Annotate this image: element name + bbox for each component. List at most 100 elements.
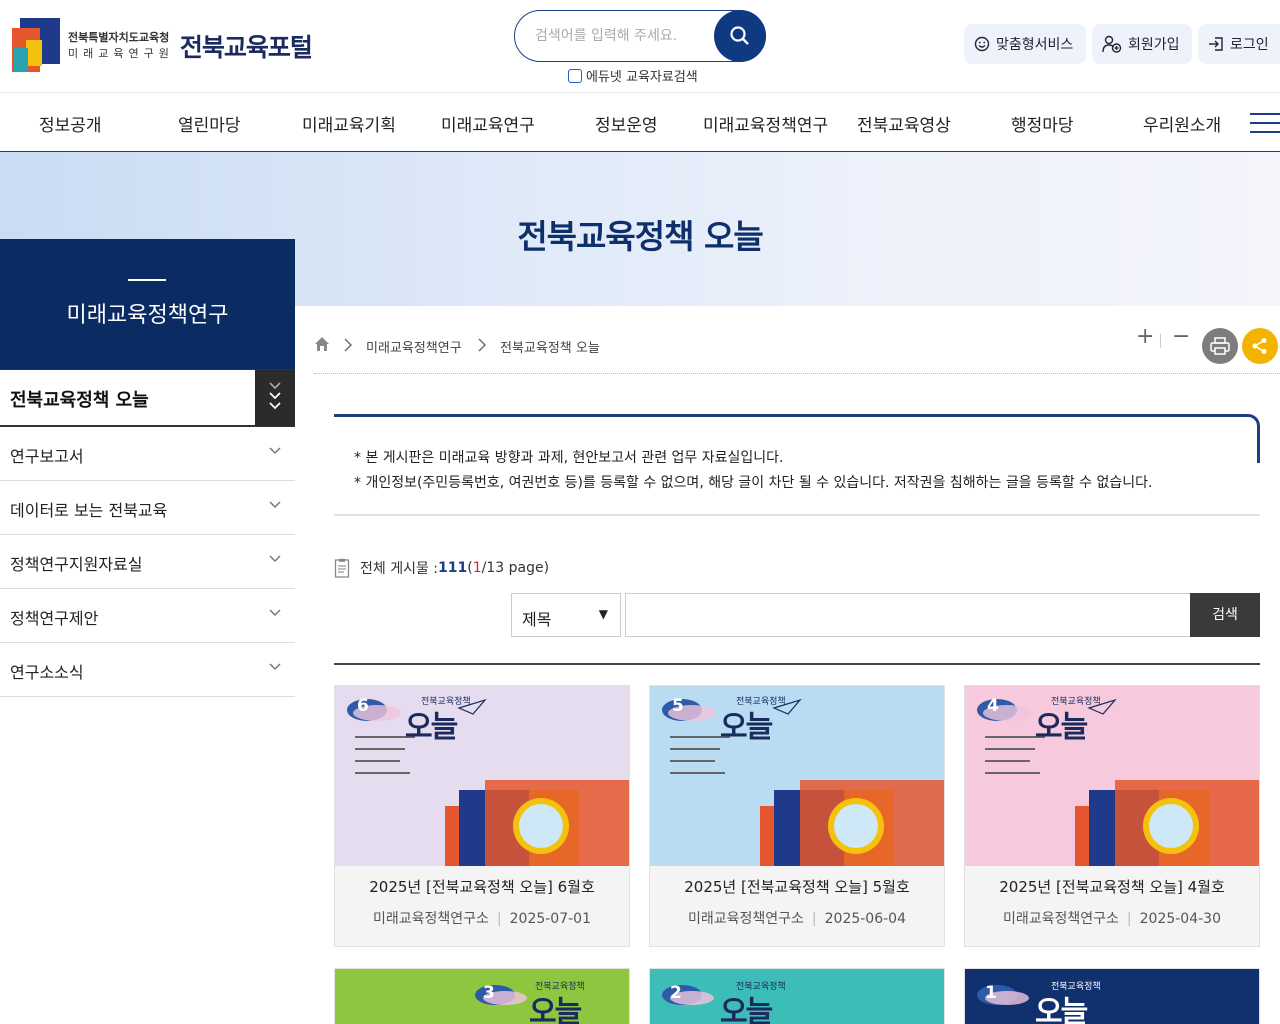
search-field-value: 제목 [522,610,552,629]
sidebar-item-label: 데이터로 보는 전북교육 [10,501,168,520]
edunet-search-option[interactable]: 에듀넷 교육자료검색 [568,66,698,85]
card-thumbnail[interactable]: 5 전북교육정책 오늘 [650,686,944,866]
nav-item-about[interactable]: 우리원소개 [1143,111,1221,136]
zoom-in-button[interactable]: + [1136,324,1154,349]
custom-service-button[interactable]: 맞춤형서비스 [964,24,1086,64]
card-date: 2025-07-01 [509,911,591,927]
nav-item-info-operation[interactable]: 정보운영 [595,111,658,136]
board-notice: * 본 게시판은 미래교육 방향과 과제, 현안보고서 관련 업무 자료실입니다… [334,414,1260,523]
logo-mark-icon [12,18,60,74]
home-icon[interactable] [314,336,330,352]
nav-item-policy-research[interactable]: 미래교육정책연구 [703,111,828,136]
post-card[interactable]: 2 전북교육정책 오늘 [649,968,945,1024]
card-author: 미래교육정책연구소 [1002,911,1119,927]
search-input[interactable] [535,25,705,47]
post-card[interactable]: 1 전북교육정책 오늘 [964,968,1260,1024]
post-card[interactable]: 5 전북교육정책 오늘 2025년 [전북교육정책 오늘] 5월호미래교육정책연구소 |… [649,685,945,947]
post-card[interactable]: 3 전북교육정책 오늘 [334,968,630,1024]
card-author: 미래교육정책연구소 [687,911,804,927]
site-header: 전북특별자치도교육청 미래교육연구원 전북교육포털 에듀넷 교육자료검색 맞춤형… [0,0,1280,92]
card-meta: 미래교육정책연구소 | 2025-06-04 [650,908,944,928]
card-issue-number: 2 [670,983,682,1003]
card-issue-number: 4 [987,696,999,716]
card-masthead-title: 오늘 [1035,710,1088,745]
user-add-icon [1102,35,1122,53]
chevron-right-icon [344,338,352,352]
sidebar-item-label: 정책연구지원자료실 [10,555,143,574]
card-issue-number: 5 [672,696,684,716]
share-button[interactable] [1242,328,1278,364]
board-search-button[interactable]: 검색 [1190,593,1260,637]
card-masthead-title: 오늘 [529,995,582,1024]
nav-item-education-video[interactable]: 전북교육영상 [857,111,951,136]
chevron-right-icon [478,338,486,352]
search-field-select[interactable]: 제목 ▼ [511,593,621,637]
print-icon [1210,337,1230,355]
chevron-down-icon [269,663,281,671]
card-issue-number: 6 [357,696,369,716]
sidebar-toggle-button[interactable] [255,370,295,426]
chevron-down-icon [269,447,281,455]
meta-divider: | [811,911,817,927]
sidebar-active-label: 전북교육정책 오늘 [10,390,149,411]
main-nav: 정보공개 열린마당 미래교육기획 미래교육연구 정보운영 미래교육정책연구 전북… [0,92,1280,152]
share-icon [1252,338,1267,354]
card-issue-number: 1 [985,983,997,1003]
nav-item-open-forum[interactable]: 열린마당 [178,111,241,136]
chevron-down-icon [269,555,281,563]
portal-name: 전북교육포털 [179,33,313,62]
card-title[interactable]: 2025년 [전북교육정책 오늘] 6월호 [335,876,629,897]
card-thumbnail[interactable]: 6 전북교육정책 오늘 [335,686,629,866]
card-masthead-title: 오늘 [720,710,773,745]
sidebar-item-research-reports[interactable]: 연구보고서 [0,427,295,481]
nav-item-admin[interactable]: 행정마당 [1011,111,1074,136]
breadcrumb: 미래교육정책연구 전북교육정책 오늘 + − [314,324,1280,374]
login-icon [1209,37,1223,51]
sidebar-item-active[interactable]: 전북교육정책 오늘 [0,369,295,427]
custom-service-label: 맞춤형서비스 [996,37,1074,53]
post-card[interactable]: 4 전북교육정책 오늘 2025년 [전북교육정책 오늘] 4월호미래교육정책연구소 |… [964,685,1260,947]
breadcrumb-level2[interactable]: 전북교육정책 오늘 [500,337,600,356]
sidebar-header: 미래교육정책연구 [0,239,295,369]
login-label: 로그인 [1230,37,1269,53]
print-button[interactable] [1202,328,1238,364]
nav-item-future-research[interactable]: 미래교육연구 [441,111,535,136]
search-button[interactable] [714,10,766,62]
card-title[interactable]: 2025년 [전북교육정책 오늘] 4월호 [965,876,1259,897]
sidebar-item-news[interactable]: 연구소소식 [0,643,295,697]
card-issue-number: 3 [483,983,495,1003]
list-divider [334,663,1260,665]
sidebar-item-policy-proposal[interactable]: 정책연구제안 [0,589,295,643]
site-logo[interactable]: 전북특별자치도교육청 미래교육연구원 전북교육포털 [12,18,313,74]
menu-icon[interactable] [1250,113,1280,133]
sidebar-item-label: 정책연구제안 [10,609,99,628]
post-count: 전체 게시물 : 111 ( 1 /13 page) [334,558,549,578]
login-button[interactable]: 로그인 [1198,24,1280,64]
breadcrumb-level1[interactable]: 미래교육정책연구 [366,337,462,356]
edunet-label: 에듀넷 교육자료검색 [586,70,698,85]
card-masthead-title: 오늘 [720,995,773,1024]
nav-item-future-planning[interactable]: 미래교육기획 [302,111,396,136]
card-title[interactable]: 2025년 [전북교육정책 오늘] 5월호 [650,876,944,897]
meta-divider: | [496,911,502,927]
edunet-checkbox[interactable] [568,68,582,83]
card-thumbnail[interactable]: 4 전북교육정책 오늘 [965,686,1259,866]
logo-institute-name: 미래교육연구원 [68,47,174,60]
card-meta: 미래교육정책연구소 | 2025-07-01 [335,908,629,928]
search-icon [730,26,749,45]
post-card[interactable]: 6 전북교육정책 오늘 2025년 [전북교육정책 오늘] 6월호 미래교육정책연구소 |… [334,685,630,947]
total-count: 111 [438,560,468,576]
sidebar-title: 미래교육정책연구 [66,303,229,328]
card-date: 2025-06-04 [824,911,906,927]
card-masthead-title: 오늘 [1035,995,1088,1024]
nav-item-info-disclosure[interactable]: 정보공개 [39,111,102,136]
signup-button[interactable]: 회원가입 [1092,24,1192,64]
notice-line-2: * 개인정보(주민등록번호, 여권번호 등)를 등록할 수 없으며, 해당 글이… [354,475,1153,491]
zoom-out-button[interactable]: − [1172,324,1190,349]
meta-divider: | [1126,911,1132,927]
signup-label: 회원가입 [1128,37,1180,53]
sidebar-item-data[interactable]: 데이터로 보는 전북교육 [0,481,295,535]
sidebar-item-policy-archive[interactable]: 정책연구지원자료실 [0,535,295,589]
board-search-input[interactable] [625,593,1191,637]
global-search [514,10,766,62]
